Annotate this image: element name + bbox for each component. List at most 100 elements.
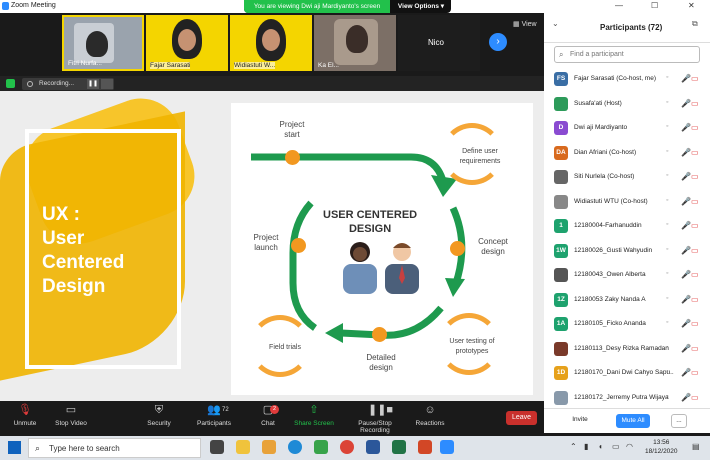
video-camera-icon: ▭ — [65, 404, 77, 416]
mute-all-button[interactable]: Mute All — [616, 414, 650, 428]
unmute-button[interactable]: 🎙 Unmute — [0, 405, 50, 428]
battery-icon[interactable]: ▭ — [612, 442, 620, 451]
stop-video-button[interactable]: ▭ Stop Video — [46, 404, 96, 428]
tile-label: Widiastuti W... — [234, 62, 276, 69]
powerpoint-icon[interactable] — [418, 440, 432, 454]
share-screen-button[interactable]: ⇧ Share Screen — [289, 405, 339, 428]
pause-stop-recording-button[interactable]: ❚❚■ Pause/Stop Recording — [343, 405, 407, 435]
video-tile[interactable]: Nico — [398, 15, 480, 71]
shared-screen: UX : User Centered Design Project start … — [0, 91, 544, 401]
muted-mic-icon[interactable]: 🎤 — [681, 123, 691, 132]
video-off-icon[interactable]: ▭ — [691, 344, 699, 353]
participant-row[interactable]: FS Fajar Sarasati (Co-host, me) ◦ 🎤 ▭ — [544, 67, 710, 91]
word-icon[interactable] — [366, 440, 380, 454]
participant-row[interactable]: Widiastuti WTU (Co-host) ◦ 🎤 ▭ — [544, 190, 710, 214]
edge-icon[interactable] — [288, 440, 302, 454]
participant-row[interactable]: 12180172_Jerremy Putra Wijaya ◦ 🎤 ▭ — [544, 386, 710, 410]
video-off-icon[interactable]: ▭ — [691, 197, 699, 206]
task-view-icon[interactable] — [210, 440, 224, 454]
muted-mic-icon[interactable]: 🎤 — [681, 270, 691, 279]
video-off-icon[interactable]: ▭ — [691, 319, 699, 328]
video-off-icon[interactable]: ▭ — [691, 99, 699, 108]
chrome-icon[interactable] — [340, 440, 354, 454]
folder-icon[interactable] — [262, 440, 276, 454]
invite-button[interactable]: Invite — [568, 414, 592, 428]
participant-row[interactable]: DA Dian Afriani (Co-host) ◦ 🎤 ▭ — [544, 141, 710, 165]
muted-mic-icon[interactable]: 🎤 — [681, 295, 691, 304]
video-off-icon[interactable]: ▭ — [691, 368, 699, 377]
muted-mic-icon[interactable]: 🎤 — [681, 172, 691, 181]
maximize-icon[interactable]: ☐ — [651, 1, 658, 10]
taskbar-search-input[interactable]: ⌕ Type here to search — [28, 438, 201, 458]
video-off-icon[interactable]: ▭ — [691, 270, 699, 279]
avatar: 1 — [554, 219, 568, 233]
avatar — [554, 268, 568, 282]
popout-icon[interactable]: ⧉ — [692, 19, 698, 29]
participant-row[interactable]: 12180043_Owen Alberta ◦ 🎤 ▭ — [544, 263, 710, 287]
video-off-icon[interactable]: ▭ — [691, 148, 699, 157]
video-tile[interactable]: Fitri Nurfa... — [62, 15, 144, 71]
video-off-icon[interactable]: ▭ — [691, 246, 699, 255]
muted-mic-icon[interactable]: 🎤 — [681, 393, 691, 402]
participants-footer: Invite Mute All ... — [544, 408, 710, 433]
windows-start-icon[interactable] — [8, 441, 21, 454]
muted-mic-icon[interactable]: 🎤 — [681, 221, 691, 230]
file-explorer-icon[interactable] — [236, 440, 250, 454]
video-off-icon[interactable]: ▭ — [691, 172, 699, 181]
minimize-icon[interactable]: — — [615, 1, 623, 10]
participant-row[interactable]: D Dwi aji Mardiyanto ◦ 🎤 ▭ — [544, 116, 710, 140]
pause-recording-button[interactable]: ❚❚ — [87, 79, 99, 89]
chevron-up-icon[interactable]: ⌃ — [570, 442, 577, 451]
close-icon[interactable]: ✕ — [688, 1, 695, 10]
muted-mic-icon[interactable]: 🎤 — [681, 246, 691, 255]
diagram-center-title: USER CENTERED DESIGN — [323, 209, 418, 235]
muted-mic-icon[interactable]: 🎤 — [681, 368, 691, 377]
view-button[interactable]: ▦ View — [513, 20, 537, 28]
excel-icon[interactable] — [392, 440, 406, 454]
taskbar-clock[interactable]: 13:56 18/12/2020 — [645, 438, 678, 456]
video-off-icon[interactable]: ▭ — [691, 221, 699, 230]
participant-row[interactable]: 1A 12180105_Ficko Ananda ◦ 🎤 ▭ — [544, 312, 710, 336]
participant-name: Susafa'ati (Host) — [574, 99, 622, 107]
wifi-icon[interactable]: ◠ — [626, 442, 633, 451]
status-icon: ◦ — [666, 172, 669, 179]
video-tile[interactable]: Fajar Sarasati — [146, 15, 228, 71]
video-tile[interactable]: Ka El... — [314, 15, 396, 71]
participant-row[interactable]: 12180113_Desy Rizka Ramadan ◦ 🎤 ▭ — [544, 337, 710, 361]
reactions-icon: ☺ — [424, 404, 436, 416]
notifications-icon[interactable]: ▤ — [692, 442, 700, 451]
participant-row[interactable]: Siti Nurlela (Co-host) ◦ 🎤 ▭ — [544, 165, 710, 189]
muted-mic-icon[interactable]: 🎤 — [681, 197, 691, 206]
muted-mic-icon[interactable]: 🎤 — [681, 74, 691, 83]
participant-row[interactable]: 1 12180004-Farhanuddin ◦ 🎤 ▭ — [544, 214, 710, 238]
volume-icon[interactable]: ◖ — [598, 442, 603, 451]
reactions-button[interactable]: ☺ Reactions — [405, 404, 455, 428]
participant-row[interactable]: 1W 12180026_Gusti Wahyudin ◦ 🎤 ▭ — [544, 239, 710, 263]
muted-mic-icon[interactable]: 🎤 — [681, 99, 691, 108]
video-off-icon[interactable]: ▭ — [691, 123, 699, 132]
store-icon[interactable] — [314, 440, 328, 454]
zoom-taskbar-icon[interactable] — [440, 440, 454, 454]
security-shield-icon: ⛨ — [154, 404, 164, 416]
leave-button[interactable]: Leave — [506, 411, 537, 425]
network-icon[interactable]: ▮ — [584, 442, 588, 451]
participant-search-input[interactable]: ⌕ Find a participant — [554, 46, 700, 63]
participant-row[interactable]: 1D 12180170_Dani Dwi Cahyo Sapu... ◦ 🎤 ▭ — [544, 361, 710, 385]
video-off-icon[interactable]: ▭ — [691, 74, 699, 83]
muted-mic-icon[interactable]: 🎤 — [681, 148, 691, 157]
collapse-icon[interactable]: ⌄ — [552, 19, 559, 28]
security-button[interactable]: ⛨ Security — [134, 404, 184, 428]
view-options-button[interactable]: View Options ▾ — [392, 0, 450, 13]
muted-mic-icon[interactable]: 🎤 — [681, 319, 691, 328]
chat-button[interactable]: ▢ Chat — [243, 405, 293, 428]
muted-mic-icon[interactable]: 🎤 — [681, 344, 691, 353]
video-off-icon[interactable]: ▭ — [691, 295, 699, 304]
more-button[interactable]: ... — [671, 414, 687, 428]
video-tile[interactable]: Widiastuti W... — [230, 15, 312, 71]
next-page-icon[interactable]: › — [489, 33, 507, 51]
participant-row[interactable]: 1Z 12180053 Zaky Nanda A ◦ 🎤 ▭ — [544, 288, 710, 312]
participants-button[interactable]: 👥 Participants — [189, 405, 239, 428]
participant-row[interactable]: Susafa'ati (Host) ◦ 🎤 ▭ — [544, 92, 710, 116]
video-off-icon[interactable]: ▭ — [691, 393, 699, 402]
stop-recording-button[interactable] — [101, 79, 113, 89]
